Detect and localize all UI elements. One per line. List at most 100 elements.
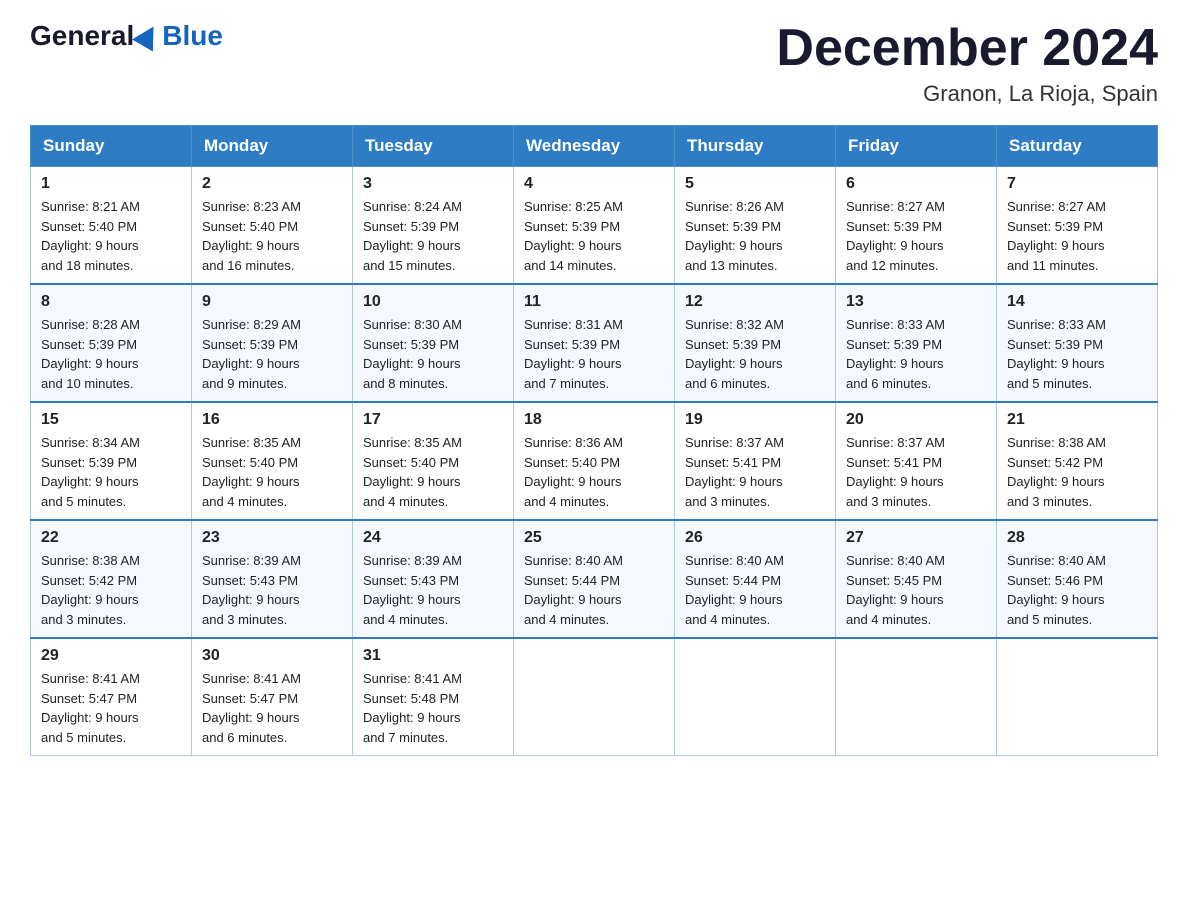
daylight-label: Daylight: 9 hours [202, 592, 300, 607]
sunset-label: Sunset: 5:39 PM [846, 219, 942, 234]
day-info: Sunrise: 8:40 AM Sunset: 5:46 PM Dayligh… [1007, 551, 1147, 629]
calendar-cell: 20 Sunrise: 8:37 AM Sunset: 5:41 PM Dayl… [836, 402, 997, 520]
calendar-cell: 19 Sunrise: 8:37 AM Sunset: 5:41 PM Dayl… [675, 402, 836, 520]
calendar-cell: 12 Sunrise: 8:32 AM Sunset: 5:39 PM Dayl… [675, 284, 836, 402]
day-info: Sunrise: 8:40 AM Sunset: 5:44 PM Dayligh… [685, 551, 825, 629]
sunset-label: Sunset: 5:39 PM [202, 337, 298, 352]
daylight-minutes: and 4 minutes. [363, 494, 448, 509]
day-number: 24 [363, 529, 503, 547]
calendar-cell: 15 Sunrise: 8:34 AM Sunset: 5:39 PM Dayl… [31, 402, 192, 520]
daylight-minutes: and 4 minutes. [524, 612, 609, 627]
day-info: Sunrise: 8:24 AM Sunset: 5:39 PM Dayligh… [363, 197, 503, 275]
day-number: 19 [685, 411, 825, 429]
daylight-label: Daylight: 9 hours [846, 238, 944, 253]
sunset-label: Sunset: 5:42 PM [1007, 455, 1103, 470]
day-number: 8 [41, 293, 181, 311]
daylight-minutes: and 5 minutes. [1007, 612, 1092, 627]
day-info: Sunrise: 8:37 AM Sunset: 5:41 PM Dayligh… [846, 433, 986, 511]
title-area: December 2024 Granon, La Rioja, Spain [776, 20, 1158, 107]
sunrise-label: Sunrise: 8:33 AM [1007, 317, 1106, 332]
daylight-minutes: and 3 minutes. [685, 494, 770, 509]
sunrise-label: Sunrise: 8:26 AM [685, 199, 784, 214]
sunset-label: Sunset: 5:40 PM [363, 455, 459, 470]
sunset-label: Sunset: 5:41 PM [846, 455, 942, 470]
day-number: 12 [685, 293, 825, 311]
daylight-label: Daylight: 9 hours [685, 238, 783, 253]
day-number: 15 [41, 411, 181, 429]
day-number: 29 [41, 647, 181, 665]
sunset-label: Sunset: 5:40 PM [41, 219, 137, 234]
sunrise-label: Sunrise: 8:27 AM [846, 199, 945, 214]
daylight-minutes: and 4 minutes. [202, 494, 287, 509]
daylight-label: Daylight: 9 hours [202, 238, 300, 253]
day-info: Sunrise: 8:27 AM Sunset: 5:39 PM Dayligh… [1007, 197, 1147, 275]
daylight-label: Daylight: 9 hours [846, 356, 944, 371]
sunrise-label: Sunrise: 8:37 AM [846, 435, 945, 450]
day-info: Sunrise: 8:30 AM Sunset: 5:39 PM Dayligh… [363, 315, 503, 393]
daylight-label: Daylight: 9 hours [685, 356, 783, 371]
calendar-header-friday: Friday [836, 126, 997, 167]
daylight-label: Daylight: 9 hours [41, 474, 139, 489]
page-header: General Blue December 2024 Granon, La Ri… [30, 20, 1158, 107]
calendar-cell: 1 Sunrise: 8:21 AM Sunset: 5:40 PM Dayli… [31, 167, 192, 285]
daylight-minutes: and 5 minutes. [1007, 376, 1092, 391]
calendar-week-row: 15 Sunrise: 8:34 AM Sunset: 5:39 PM Dayl… [31, 402, 1158, 520]
calendar-header-tuesday: Tuesday [353, 126, 514, 167]
calendar-cell: 31 Sunrise: 8:41 AM Sunset: 5:48 PM Dayl… [353, 638, 514, 756]
sunset-label: Sunset: 5:42 PM [41, 573, 137, 588]
calendar-cell: 9 Sunrise: 8:29 AM Sunset: 5:39 PM Dayli… [192, 284, 353, 402]
day-info: Sunrise: 8:38 AM Sunset: 5:42 PM Dayligh… [1007, 433, 1147, 511]
calendar-cell: 22 Sunrise: 8:38 AM Sunset: 5:42 PM Dayl… [31, 520, 192, 638]
sunset-label: Sunset: 5:40 PM [524, 455, 620, 470]
daylight-minutes: and 7 minutes. [524, 376, 609, 391]
calendar-header-wednesday: Wednesday [514, 126, 675, 167]
day-number: 13 [846, 293, 986, 311]
daylight-label: Daylight: 9 hours [1007, 592, 1105, 607]
day-info: Sunrise: 8:31 AM Sunset: 5:39 PM Dayligh… [524, 315, 664, 393]
calendar-cell: 13 Sunrise: 8:33 AM Sunset: 5:39 PM Dayl… [836, 284, 997, 402]
calendar-week-row: 22 Sunrise: 8:38 AM Sunset: 5:42 PM Dayl… [31, 520, 1158, 638]
sunset-label: Sunset: 5:39 PM [1007, 219, 1103, 234]
day-info: Sunrise: 8:39 AM Sunset: 5:43 PM Dayligh… [202, 551, 342, 629]
sunrise-label: Sunrise: 8:21 AM [41, 199, 140, 214]
sunset-label: Sunset: 5:39 PM [685, 219, 781, 234]
daylight-label: Daylight: 9 hours [846, 474, 944, 489]
calendar-cell: 4 Sunrise: 8:25 AM Sunset: 5:39 PM Dayli… [514, 167, 675, 285]
day-number: 3 [363, 175, 503, 193]
calendar-cell: 6 Sunrise: 8:27 AM Sunset: 5:39 PM Dayli… [836, 167, 997, 285]
sunset-label: Sunset: 5:43 PM [363, 573, 459, 588]
daylight-label: Daylight: 9 hours [41, 592, 139, 607]
day-number: 5 [685, 175, 825, 193]
daylight-minutes: and 4 minutes. [846, 612, 931, 627]
calendar-cell: 29 Sunrise: 8:41 AM Sunset: 5:47 PM Dayl… [31, 638, 192, 756]
day-number: 25 [524, 529, 664, 547]
sunset-label: Sunset: 5:40 PM [202, 219, 298, 234]
sunset-label: Sunset: 5:48 PM [363, 691, 459, 706]
day-info: Sunrise: 8:35 AM Sunset: 5:40 PM Dayligh… [202, 433, 342, 511]
calendar-cell: 7 Sunrise: 8:27 AM Sunset: 5:39 PM Dayli… [997, 167, 1158, 285]
calendar-header-thursday: Thursday [675, 126, 836, 167]
calendar-cell: 18 Sunrise: 8:36 AM Sunset: 5:40 PM Dayl… [514, 402, 675, 520]
day-number: 22 [41, 529, 181, 547]
day-number: 2 [202, 175, 342, 193]
day-number: 28 [1007, 529, 1147, 547]
daylight-label: Daylight: 9 hours [41, 238, 139, 253]
calendar-header-saturday: Saturday [997, 126, 1158, 167]
day-number: 1 [41, 175, 181, 193]
sunset-label: Sunset: 5:39 PM [363, 219, 459, 234]
day-info: Sunrise: 8:29 AM Sunset: 5:39 PM Dayligh… [202, 315, 342, 393]
daylight-minutes: and 3 minutes. [846, 494, 931, 509]
day-info: Sunrise: 8:23 AM Sunset: 5:40 PM Dayligh… [202, 197, 342, 275]
sunrise-label: Sunrise: 8:34 AM [41, 435, 140, 450]
calendar-cell: 24 Sunrise: 8:39 AM Sunset: 5:43 PM Dayl… [353, 520, 514, 638]
sunset-label: Sunset: 5:47 PM [41, 691, 137, 706]
day-info: Sunrise: 8:39 AM Sunset: 5:43 PM Dayligh… [363, 551, 503, 629]
daylight-label: Daylight: 9 hours [524, 238, 622, 253]
day-info: Sunrise: 8:27 AM Sunset: 5:39 PM Dayligh… [846, 197, 986, 275]
daylight-label: Daylight: 9 hours [202, 474, 300, 489]
sunrise-label: Sunrise: 8:40 AM [524, 553, 623, 568]
sunrise-label: Sunrise: 8:29 AM [202, 317, 301, 332]
day-number: 14 [1007, 293, 1147, 311]
sunset-label: Sunset: 5:40 PM [202, 455, 298, 470]
day-number: 18 [524, 411, 664, 429]
